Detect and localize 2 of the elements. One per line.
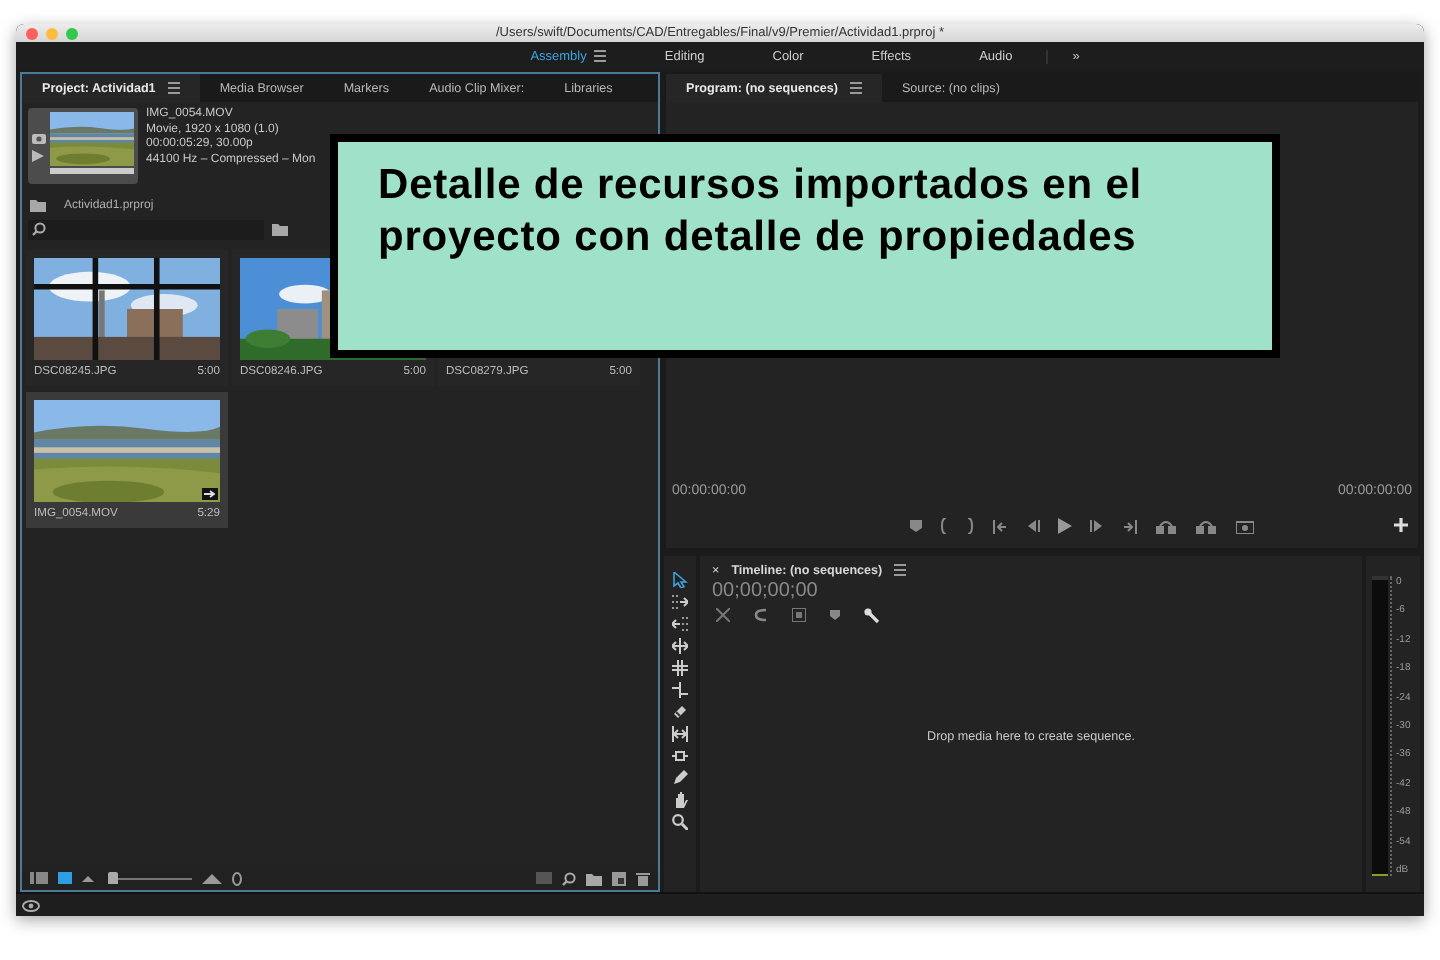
callout-text: Detalle de recursos importados en el proyecto con detalle de propiedades [376,160,1145,264]
timecode: 00;00;00;00 [712,580,820,606]
